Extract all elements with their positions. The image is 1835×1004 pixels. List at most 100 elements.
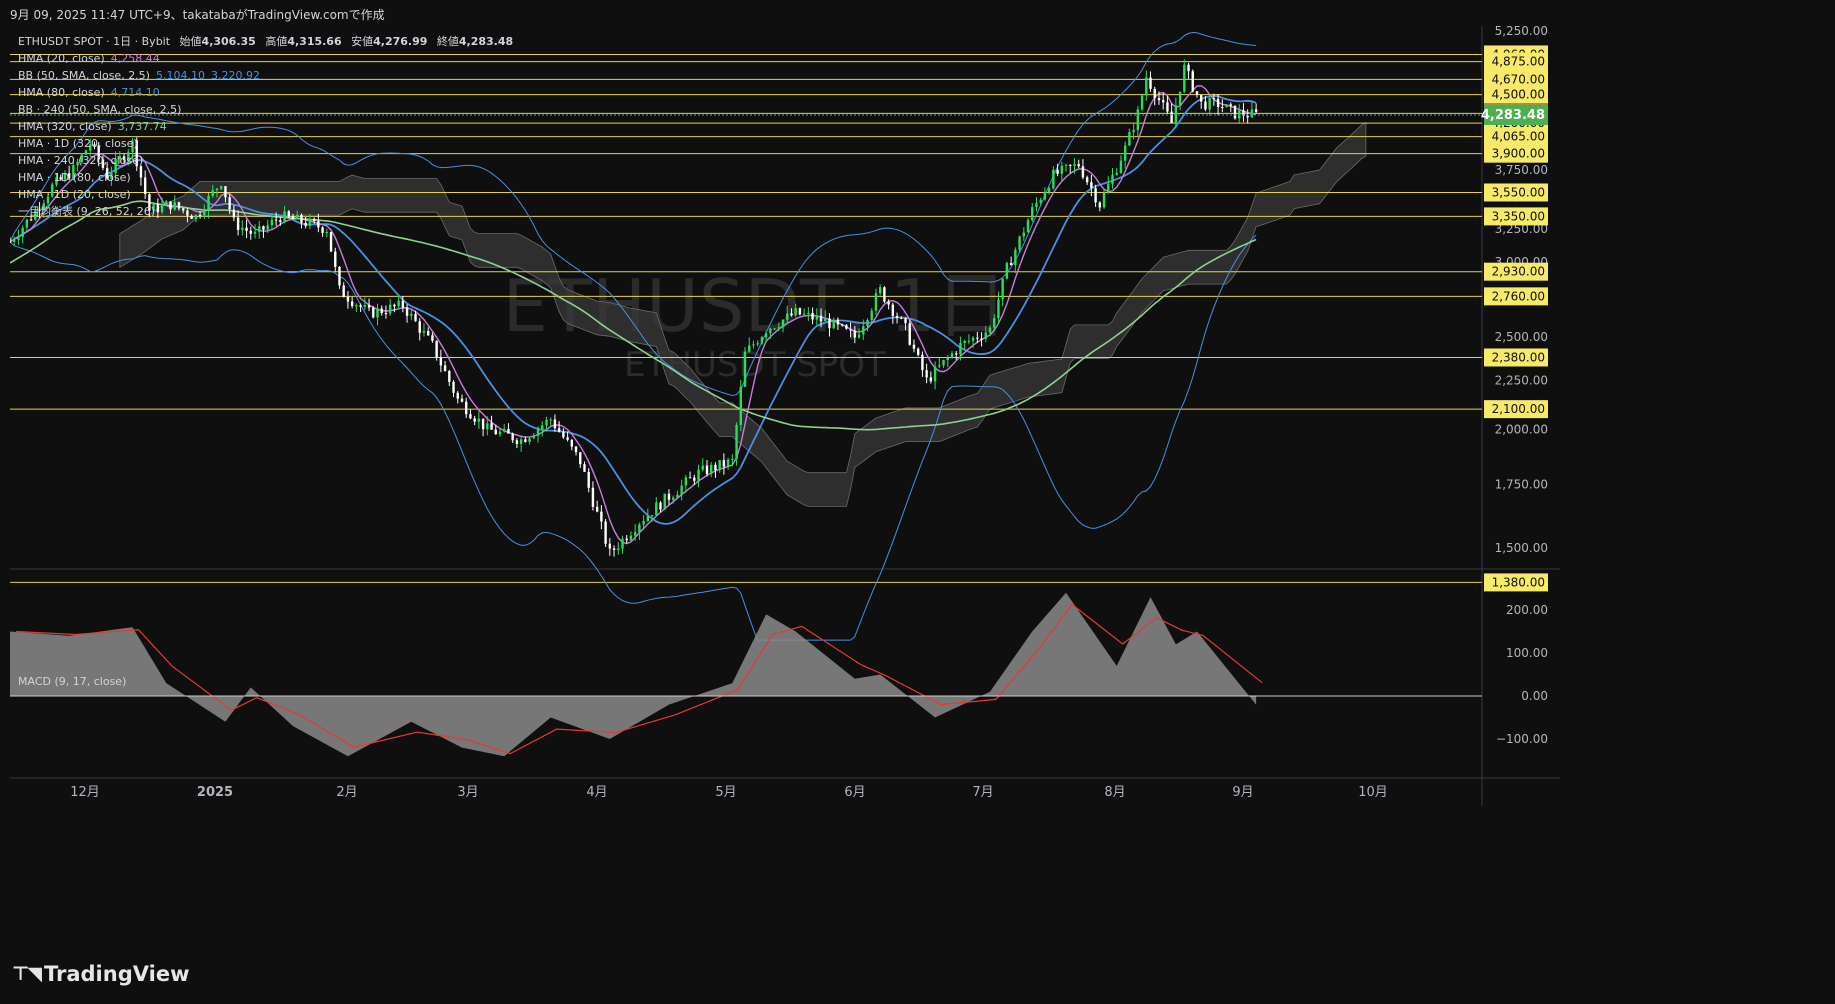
candle-body xyxy=(671,497,675,500)
candle-body xyxy=(448,371,451,382)
candle-body xyxy=(1014,249,1017,266)
candle-body xyxy=(950,353,954,358)
candle-body xyxy=(680,485,683,495)
candle-body xyxy=(388,304,392,314)
candle-body xyxy=(528,438,531,442)
legend-indicator-ichimoku[interactable]: 一目均衡表 (9, 26, 52, 26) xyxy=(18,203,513,220)
candle-body xyxy=(617,548,620,551)
legend-indicator-hma80[interactable]: HMA (80, close) 4,714.10 xyxy=(18,84,513,101)
level-price-label: 2,100.00 xyxy=(1492,402,1545,416)
macd-legend[interactable]: MACD (9, 17, close) xyxy=(18,675,126,688)
candle-body xyxy=(1174,105,1178,123)
candle-body xyxy=(443,365,447,372)
candle-body xyxy=(807,312,810,314)
candle-body xyxy=(486,423,489,430)
candle-body xyxy=(933,366,937,382)
candle-body xyxy=(900,317,903,319)
candle-body xyxy=(1132,130,1135,133)
candle-body xyxy=(553,419,557,429)
candle-body xyxy=(1178,91,1182,106)
candle-body xyxy=(266,225,269,230)
candle-body xyxy=(321,227,324,233)
indicator-name: BB (50, SMA, close, 2.5) xyxy=(18,69,150,82)
indicator-value: 3,737.74 xyxy=(117,120,167,133)
candle-body xyxy=(570,439,574,447)
candle-body xyxy=(17,236,20,240)
candle-body xyxy=(1069,164,1072,166)
legend-open-value: 4,306.35 xyxy=(201,35,256,48)
indicator-value: 4,714.10 xyxy=(110,86,160,99)
candle-body xyxy=(249,230,252,234)
candle-body xyxy=(929,377,933,382)
legend-indicator-hma320[interactable]: HMA (320, close) 3,737.74 xyxy=(18,118,513,135)
candle-body xyxy=(726,459,730,467)
legend-symbol: ETHUSDT SPOT · 1日 · Bybit xyxy=(18,35,171,48)
candle-body xyxy=(270,219,274,226)
candle-body xyxy=(916,348,920,355)
candle-body xyxy=(908,323,911,345)
level-price-label: 4,670.00 xyxy=(1492,72,1545,86)
candle-body xyxy=(1119,160,1123,173)
candle-body xyxy=(1149,77,1152,89)
level-price-label: 3,350.00 xyxy=(1492,209,1545,223)
candle-body xyxy=(600,511,603,522)
candle-body xyxy=(667,493,671,500)
candle-body xyxy=(397,300,400,307)
legend-indicator-hma240-320[interactable]: HMA · 240 (320, close) xyxy=(18,152,513,169)
x-tick-label: 4月 xyxy=(586,785,607,800)
candle-body xyxy=(1098,202,1102,208)
candle-body xyxy=(1085,177,1089,183)
legend-indicator-bb50[interactable]: BB (50, SMA, close, 2.5) 5,104.10 3,220.92 xyxy=(18,67,513,84)
candle-body xyxy=(1005,263,1009,279)
level-price-label: 3,900.00 xyxy=(1492,147,1545,161)
candle-body xyxy=(334,251,337,267)
candle-body xyxy=(591,487,595,507)
candle-body xyxy=(743,351,747,387)
macd-histogram-area xyxy=(10,592,1257,757)
candle-body xyxy=(612,548,616,551)
candle-body xyxy=(895,315,899,318)
candle-body xyxy=(435,340,438,358)
indicator-legend: ETHUSDT SPOT · 1日 · Bybit 始値4,306.35 高値4… xyxy=(18,33,513,220)
price-tick-label: 1,750.00 xyxy=(1495,477,1548,491)
candle-body xyxy=(342,285,345,298)
candle-body xyxy=(955,353,958,355)
legend-indicator-bb240[interactable]: BB · 240 (50, SMA, close, 2.5) xyxy=(18,101,513,118)
x-tick-label: 9月 xyxy=(1232,785,1253,800)
candle-body xyxy=(659,502,662,510)
legend-indicator-hma20[interactable]: HMA (20, close) 4,258.44 xyxy=(18,50,513,67)
candle-body xyxy=(642,521,645,525)
candle-body xyxy=(498,431,502,435)
candle-body xyxy=(1031,207,1034,221)
candle-body xyxy=(1081,166,1085,178)
candle-body xyxy=(1246,115,1249,118)
candle-body xyxy=(1216,98,1220,107)
candle-body xyxy=(1145,77,1148,96)
candle-body xyxy=(942,359,945,366)
candle-body xyxy=(13,239,16,242)
candle-body xyxy=(1233,105,1237,119)
legend-symbol-row[interactable]: ETHUSDT SPOT · 1日 · Bybit 始値4,306.35 高値4… xyxy=(18,33,513,50)
candle-body xyxy=(938,365,941,367)
candle-body xyxy=(279,220,282,222)
legend-high-value: 4,315.66 xyxy=(287,35,342,48)
candle-body xyxy=(1208,98,1211,110)
legend-indicator-hma1d80[interactable]: HMA · 1D (80, close) xyxy=(18,169,513,186)
candle-body xyxy=(405,307,409,316)
legend-indicator-hma1d320[interactable]: HMA · 1D (320, close) xyxy=(18,135,513,152)
candle-body xyxy=(604,521,607,544)
candle-body xyxy=(1102,193,1106,208)
level-price-label: 4,875.00 xyxy=(1492,55,1545,69)
candle-body xyxy=(688,477,692,479)
candle-body xyxy=(731,458,734,460)
level-price-label: 4,500.00 xyxy=(1492,88,1545,102)
candle-body xyxy=(710,464,713,474)
candle-body xyxy=(862,326,865,335)
price-tick-label: 3,750.00 xyxy=(1495,163,1548,177)
tradingview-brand[interactable]: ⊤◥ TradingView xyxy=(12,962,189,986)
candle-body xyxy=(802,313,806,315)
legend-indicator-hma1d20[interactable]: HMA · 1D (20, close) xyxy=(18,186,513,203)
indicator-name: HMA · 240 (320, close) xyxy=(18,154,144,167)
candle-body xyxy=(422,330,426,333)
candle-body xyxy=(25,219,29,228)
